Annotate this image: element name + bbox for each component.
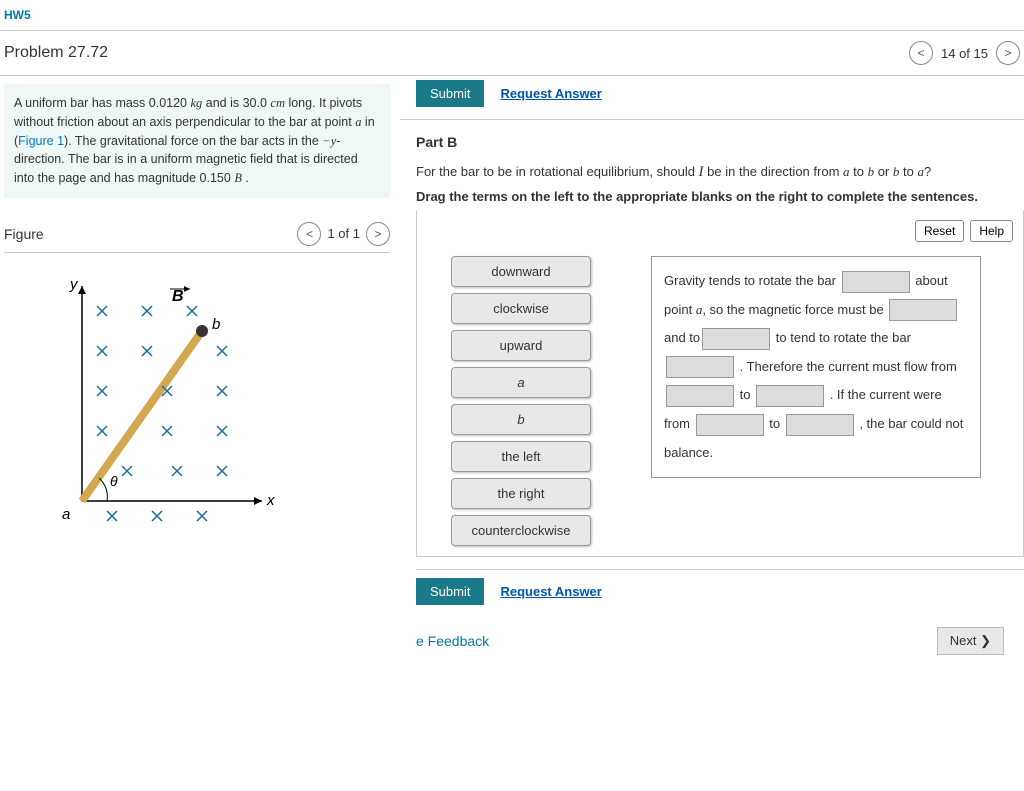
figure-page-indicator: 1 of 1 [327, 226, 360, 241]
next-problem-button[interactable]: > [996, 41, 1020, 65]
svg-text:b: b [212, 316, 220, 333]
draggable-terms: downward clockwise upward a b the left t… [451, 256, 591, 546]
blank-5[interactable] [666, 385, 734, 407]
part-b-header: Part B [400, 120, 1024, 160]
reset-button[interactable]: Reset [915, 220, 964, 242]
problem-title: Problem 27.72 [4, 44, 108, 62]
svg-text:B: B [172, 288, 184, 305]
blank-8[interactable] [786, 414, 854, 436]
figure-title: Figure [4, 226, 44, 242]
term-upward[interactable]: upward [451, 330, 591, 361]
activity-area: Reset Help downward clockwise upward a b… [416, 210, 1024, 557]
help-button[interactable]: Help [970, 220, 1013, 242]
svg-text:θ: θ [110, 473, 118, 489]
blank-3[interactable] [702, 328, 770, 350]
term-the-right[interactable]: the right [451, 478, 591, 509]
blank-4[interactable] [666, 356, 734, 378]
term-downward[interactable]: downward [451, 256, 591, 287]
submit-button-bottom[interactable]: Submit [416, 578, 484, 605]
next-button[interactable]: Next ❯ [937, 627, 1004, 655]
page-indicator: 14 of 15 [941, 46, 988, 61]
nav-controls: < 14 of 15 > [909, 41, 1020, 65]
svg-text:y: y [69, 276, 79, 293]
term-clockwise[interactable]: clockwise [451, 293, 591, 324]
problem-header: Problem 27.72 < 14 of 15 > [0, 31, 1024, 76]
figure-diagram: y x a b B θ [4, 253, 390, 534]
term-the-left[interactable]: the left [451, 441, 591, 472]
hw-link[interactable]: HW5 [0, 0, 1024, 31]
blank-1[interactable] [842, 271, 910, 293]
blank-2[interactable] [889, 299, 957, 321]
sentence-target: Gravity tends to rotate the bar about po… [651, 256, 981, 478]
problem-statement: A uniform bar has mass 0.0120 kg and is … [4, 84, 390, 198]
prev-problem-button[interactable]: < [909, 41, 933, 65]
drag-instruction: Drag the terms on the left to the approp… [400, 189, 1024, 210]
part-b-question: For the bar to be in rotational equilibr… [400, 160, 1024, 189]
feedback-link[interactable]: e Feedback [416, 633, 489, 649]
term-counterclockwise[interactable]: counterclockwise [451, 515, 591, 546]
figure-link[interactable]: Figure 1 [18, 134, 64, 148]
blank-6[interactable] [756, 385, 824, 407]
svg-text:x: x [266, 492, 275, 509]
request-answer-link-bottom[interactable]: Request Answer [500, 584, 601, 599]
term-a[interactable]: a [451, 367, 591, 398]
figure-prev-button[interactable]: < [297, 222, 321, 246]
figure-next-button[interactable]: > [366, 222, 390, 246]
svg-text:a: a [62, 506, 70, 523]
term-b[interactable]: b [451, 404, 591, 435]
blank-7[interactable] [696, 414, 764, 436]
request-answer-link-top[interactable]: Request Answer [500, 86, 601, 101]
submit-button-top[interactable]: Submit [416, 80, 484, 107]
